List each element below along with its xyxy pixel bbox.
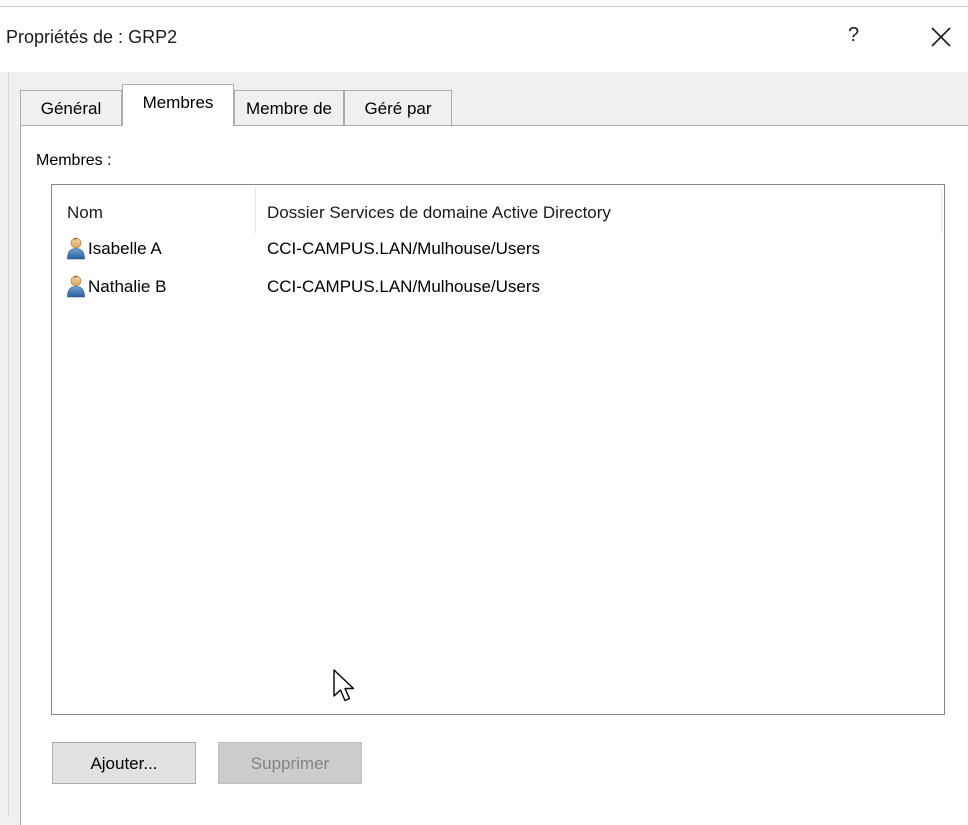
tab-membres[interactable]: Membres: [122, 84, 234, 126]
close-icon[interactable]: [926, 22, 956, 52]
dialog-title: Propriétés de : GRP2: [6, 27, 178, 47]
mouse-cursor-icon: [332, 668, 358, 709]
member-folder: CCI-CAMPUS.LAN/Mulhouse/Users: [267, 277, 541, 296]
tab-general[interactable]: Général: [20, 90, 122, 125]
title-bar[interactable]: Propriétés de : GRP2 ?: [0, 0, 968, 72]
members-list[interactable]: Nom Dossier Services de domaine Active D…: [51, 184, 945, 715]
add-button[interactable]: Ajouter...: [52, 742, 196, 784]
tab-membre-de[interactable]: Membre de: [234, 90, 344, 125]
column-header-dossier[interactable]: Dossier Services de domaine Active Direc…: [267, 203, 611, 223]
help-button[interactable]: ?: [848, 24, 859, 47]
list-header: Nom Dossier Services de domaine Active D…: [52, 185, 944, 235]
column-divider[interactable]: [941, 187, 942, 233]
member-name: Nathalie B: [88, 277, 167, 296]
user-icon: [66, 236, 86, 260]
column-header-nom[interactable]: Nom: [67, 203, 103, 223]
members-label: Membres :: [36, 152, 112, 169]
tab-gere-par[interactable]: Géré par: [344, 90, 452, 125]
list-item[interactable]: Nathalie B CCI-CAMPUS.LAN/Mulhouse/Users: [52, 274, 944, 298]
dialog-left-edge: [8, 72, 9, 816]
user-icon: [66, 274, 86, 298]
title-bar-top-line: [0, 6, 968, 7]
properties-dialog: Propriétés de : GRP2 ? Général Membres M…: [0, 0, 968, 825]
list-item[interactable]: Isabelle A CCI-CAMPUS.LAN/Mulhouse/Users: [52, 236, 944, 260]
column-divider[interactable]: [255, 187, 256, 233]
member-folder: CCI-CAMPUS.LAN/Mulhouse/Users: [267, 239, 541, 258]
member-name: Isabelle A: [88, 239, 162, 258]
remove-button[interactable]: Supprimer: [218, 742, 362, 784]
